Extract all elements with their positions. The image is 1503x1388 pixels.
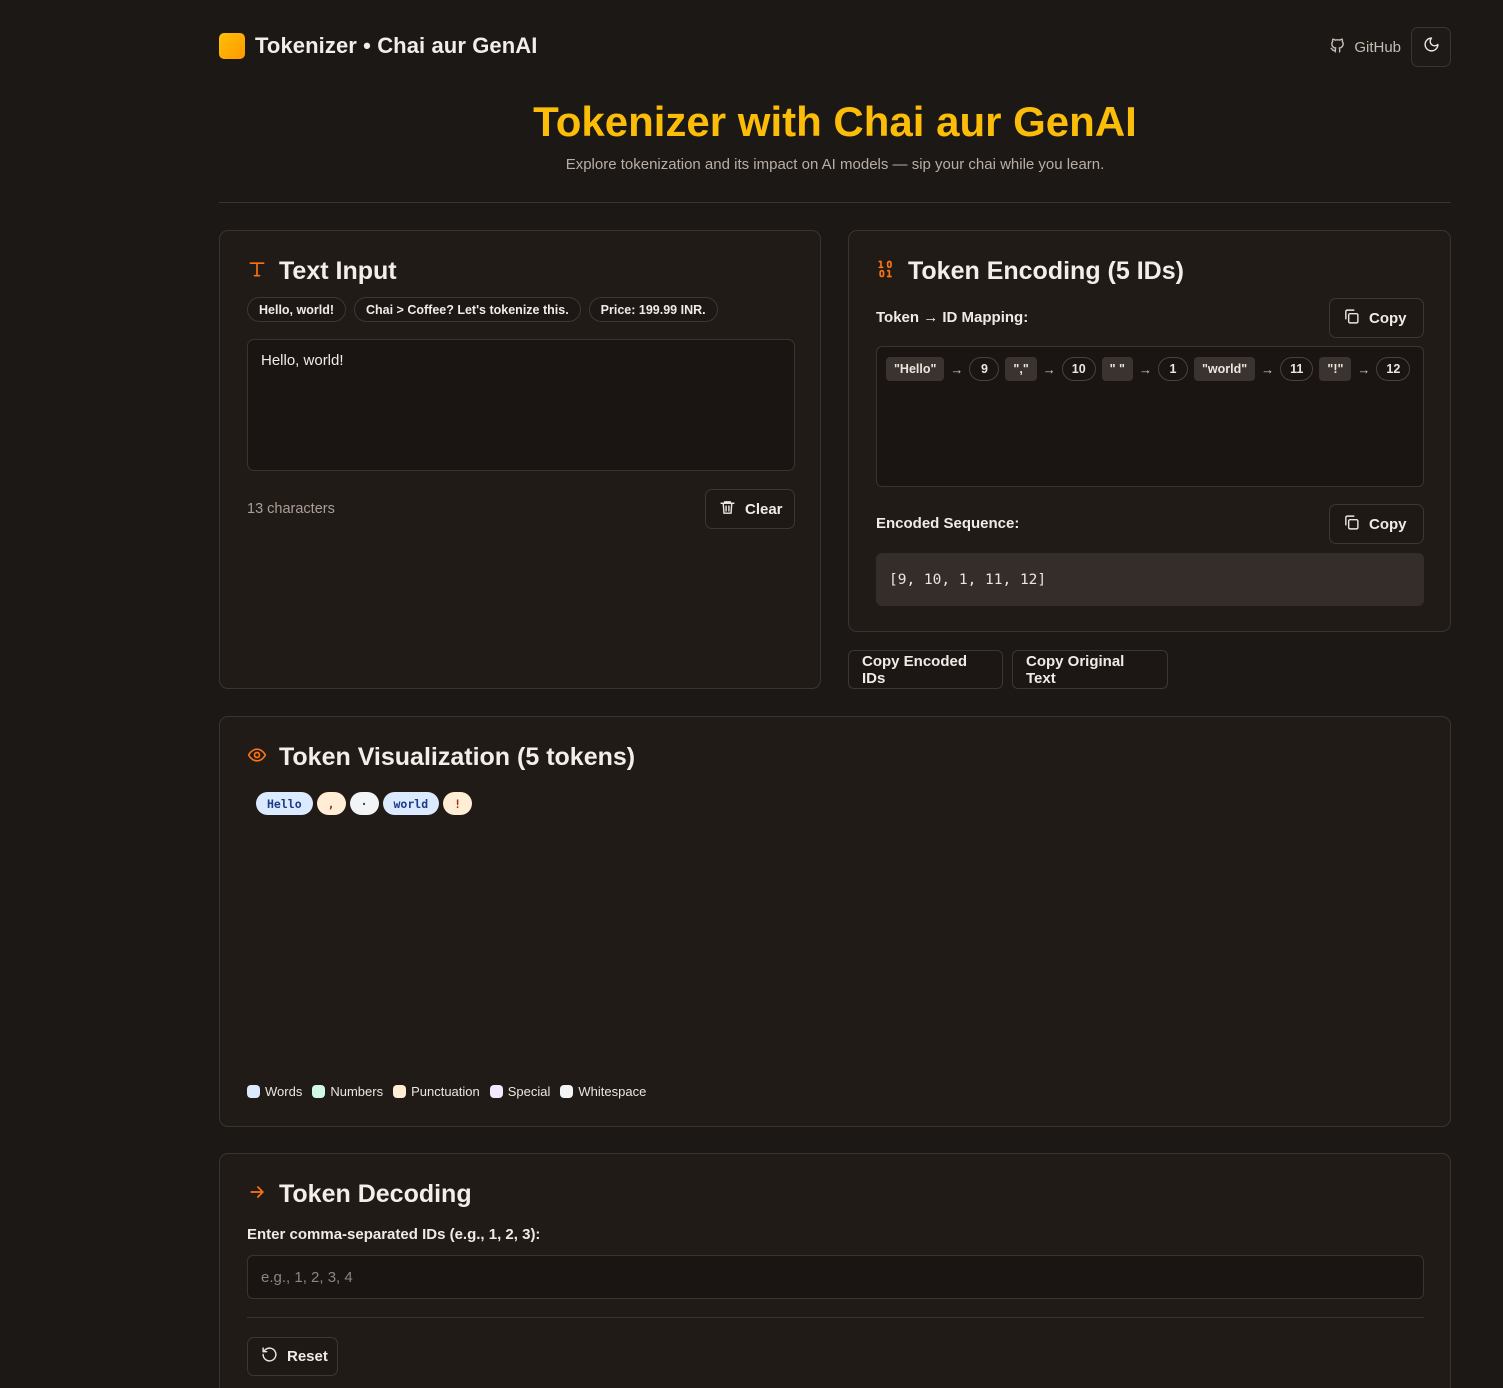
logo	[219, 33, 245, 59]
copy-sequence-button[interactable]: Copy	[1329, 504, 1424, 544]
text-input-field[interactable]: Hello, world!	[247, 339, 795, 471]
theme-toggle-button[interactable]	[1411, 27, 1451, 67]
token-visualization-title: Token Visualization (5 tokens)	[279, 743, 636, 771]
rotate-ccw-icon	[261, 1346, 278, 1367]
legend-swatch	[489, 1085, 503, 1098]
github-link[interactable]: GitHub	[1329, 37, 1401, 58]
legend: Words Numbers Punctuation Special Whites…	[247, 1084, 646, 1099]
mapping-token: " "	[1101, 357, 1133, 381]
token-encoding-title: Token Encoding (5 IDs)	[908, 257, 1184, 285]
copy-original-text-button[interactable]: Copy Original Text	[1012, 650, 1168, 689]
token-visualization-heading: Token Visualization (5 tokens)	[247, 743, 635, 772]
token-chip[interactable]: world	[382, 792, 440, 815]
example-chip[interactable]: Price: 199.99 INR.	[588, 297, 718, 322]
token-decoding-heading: Token Decoding	[247, 1180, 472, 1209]
token-chip[interactable]: ,	[316, 792, 346, 815]
arrow-right-icon	[247, 1180, 267, 1209]
token-decoding-title: Token Decoding	[279, 1180, 472, 1208]
copy-label: Copy	[1369, 309, 1407, 327]
copy-mapping-button[interactable]: Copy	[1329, 298, 1424, 338]
decoding-divider	[247, 1317, 1424, 1318]
sequence-label: Encoded Sequence:	[876, 515, 1020, 532]
decode-ids-input[interactable]: e.g., 1, 2, 3, 4	[247, 1255, 1424, 1299]
mapping-pair: " " → 1	[1101, 357, 1188, 381]
copy-icon	[1343, 308, 1360, 329]
example-chip[interactable]: Hello, world!	[247, 297, 346, 322]
token-chip[interactable]: ·	[349, 792, 379, 815]
top-bar: Tokenizer • Chai aur GenAI GitHub	[219, 27, 1451, 67]
reset-button[interactable]: Reset	[247, 1337, 338, 1376]
mapping-pair: "world" → 11	[1193, 357, 1314, 381]
arrow-icon: →	[1138, 361, 1152, 377]
decode-input-label: Enter comma-separated IDs (e.g., 1, 2, 3…	[247, 1226, 541, 1243]
legend-label: Special	[507, 1084, 551, 1099]
mapping-id: 11	[1280, 357, 1314, 381]
token-encoding-heading: Token Encoding (5 IDs)	[876, 257, 1184, 286]
eye-icon	[247, 743, 267, 772]
encoded-sequence: [9, 10, 1, 11, 12]	[876, 553, 1424, 606]
example-chip[interactable]: Chai > Coffee? Let's tokenize this.	[354, 297, 581, 322]
clear-button[interactable]: Clear	[705, 489, 795, 529]
legend-swatch	[247, 1085, 260, 1098]
arrow-icon: →	[950, 361, 964, 377]
type-icon	[247, 257, 267, 286]
legend-swatch	[560, 1085, 574, 1098]
legend-item: Numbers	[312, 1084, 383, 1099]
brand[interactable]: Tokenizer • Chai aur GenAI	[219, 33, 538, 59]
legend-label: Numbers	[330, 1084, 384, 1099]
token-chip[interactable]: !	[443, 792, 473, 815]
mapping-id: 12	[1376, 357, 1411, 381]
text-input-card: Text Input Hello, world! Chai > Coffee? …	[219, 230, 821, 689]
legend-item: Special	[489, 1084, 551, 1099]
copy-label: Copy	[1369, 515, 1407, 533]
arrow-icon: →	[1042, 361, 1056, 377]
reset-label: Reset	[287, 1348, 328, 1365]
page-subtitle: Explore tokenization and its impact on A…	[565, 156, 1105, 173]
mapping-label: Token → ID Mapping:	[876, 309, 1029, 326]
github-icon	[1329, 37, 1346, 58]
token-chips: Hello , · world !	[256, 792, 473, 815]
example-chips: Hello, world! Chai > Coffee? Let's token…	[247, 297, 718, 322]
mapping-pair: "Hello" → 9	[886, 357, 1000, 381]
copy-encoded-ids-button[interactable]: Copy Encoded IDs	[848, 650, 1003, 689]
copy-icon	[1343, 514, 1360, 535]
legend-label: Punctuation	[411, 1084, 480, 1099]
mapping-pair: "!" → 12	[1319, 357, 1411, 381]
legend-label: Whitespace	[578, 1084, 647, 1099]
mapping-token: "!"	[1319, 357, 1352, 381]
token-visualization-card: Token Visualization (5 tokens) Hello , ·…	[219, 716, 1451, 1127]
token-chip[interactable]: Hello	[256, 792, 313, 815]
text-input-heading: Text Input	[247, 257, 397, 286]
trash-icon	[719, 499, 736, 520]
text-input-title: Text Input	[279, 257, 397, 285]
github-label: GitHub	[1354, 39, 1401, 56]
legend-swatch	[312, 1085, 326, 1098]
character-count: 13 characters	[247, 501, 335, 517]
header-divider	[219, 202, 1451, 203]
binary-icon	[876, 257, 896, 286]
mapping-token: "world"	[1193, 357, 1256, 381]
legend-swatch	[393, 1085, 407, 1098]
arrow-icon: →	[1261, 361, 1275, 377]
page-title: Tokenizer with Chai aur GenAI	[533, 98, 1137, 145]
mapping-id: 9	[969, 357, 1000, 381]
legend-label: Words	[265, 1084, 303, 1099]
mapping-token: "Hello"	[886, 357, 945, 381]
legend-item: Whitespace	[560, 1084, 646, 1099]
legend-item: Words	[247, 1084, 302, 1099]
legend-item: Punctuation	[393, 1084, 480, 1099]
moon-icon	[1423, 36, 1440, 58]
arrow-icon: →	[1357, 361, 1371, 377]
mapping-id: 10	[1061, 357, 1096, 381]
token-decoding-card: Token Decoding Enter comma-separated IDs…	[219, 1153, 1451, 1388]
mapping-pair: "," → 10	[1005, 357, 1096, 381]
clear-label: Clear	[745, 500, 783, 518]
mapping-id: 1	[1157, 357, 1188, 381]
token-encoding-card: Token Encoding (5 IDs) Token → ID Mappin…	[848, 230, 1451, 632]
token-id-mapping: "Hello" → 9 "," → 10 " " → 1 "world" → 1…	[876, 346, 1424, 487]
mapping-token: ","	[1005, 357, 1037, 381]
brand-title: Tokenizer • Chai aur GenAI	[255, 33, 538, 58]
